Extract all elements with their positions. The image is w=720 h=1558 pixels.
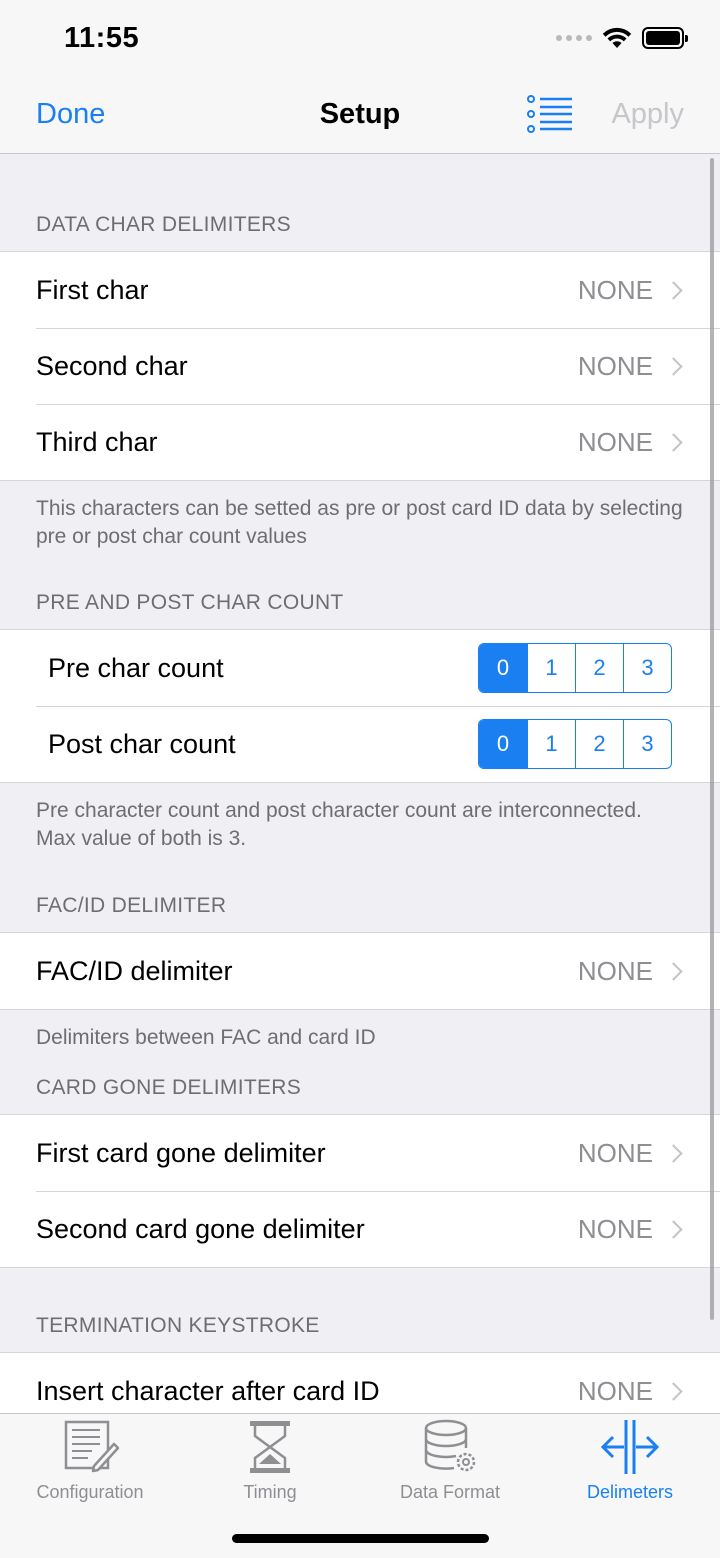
chevron-right-icon	[664, 280, 683, 300]
card-gone-group: First card gone delimiter NONE Second ca…	[0, 1114, 720, 1268]
section-header-termination: TERMINATION KEYSTROKE	[36, 1314, 320, 1337]
chevron-right-icon	[664, 1381, 683, 1401]
battery-icon	[642, 27, 688, 49]
second-char-row[interactable]: Second char NONE	[0, 328, 720, 404]
first-card-gone-row[interactable]: First card gone delimiter NONE	[0, 1115, 720, 1191]
hourglass-icon	[250, 1421, 290, 1473]
row-label: Insert character after card ID	[36, 1375, 380, 1406]
segment-option[interactable]: 3	[623, 720, 671, 768]
segment-option[interactable]: 0	[479, 644, 527, 692]
tab-configuration[interactable]: Configuration	[0, 1418, 180, 1508]
first-char-row[interactable]: First char NONE	[0, 252, 720, 328]
database-gear-icon	[424, 1419, 476, 1472]
list-icon[interactable]	[526, 94, 574, 134]
row-value: NONE	[577, 426, 653, 457]
document-edit-icon	[64, 1420, 120, 1473]
segment-option[interactable]: 1	[527, 644, 575, 692]
termination-group: Insert character after card ID NONE	[0, 1352, 720, 1413]
segment-option[interactable]: 3	[623, 644, 671, 692]
post-char-count-row: Post char count 0 1 2 3	[0, 706, 720, 782]
row-label: FAC/ID delimiter	[36, 955, 233, 986]
row-label: Pre char count	[48, 652, 224, 683]
row-value: NONE	[577, 955, 653, 986]
tab-label: Configuration	[36, 1482, 144, 1502]
char-count-group: Pre char count 0 1 2 3 Post char count 0…	[0, 629, 720, 783]
section-header-fac: FAC/ID DELIMITER	[36, 894, 227, 917]
chevron-right-icon	[664, 1143, 683, 1163]
section-footer-data-char: This characters can be setted as pre or …	[36, 497, 683, 548]
data-char-group: First char NONE Second char NONE Third c…	[0, 251, 720, 481]
navigation-bar: Done Setup Apply	[0, 80, 720, 154]
row-value: NONE	[577, 350, 653, 381]
status-time: 11:55	[64, 22, 140, 54]
row-value: NONE	[577, 274, 653, 305]
scrollbar[interactable]	[710, 158, 714, 1320]
tab-delimeters[interactable]: Delimeters	[540, 1418, 720, 1508]
tab-timing[interactable]: Timing	[180, 1418, 360, 1508]
chevron-right-icon	[664, 1219, 683, 1239]
segment-option[interactable]: 2	[575, 644, 623, 692]
tab-data-format[interactable]: Data Format	[360, 1418, 540, 1508]
row-label: First card gone delimiter	[36, 1137, 326, 1168]
tab-label: Data Format	[399, 1482, 501, 1502]
fac-id-delimiter-row[interactable]: FAC/ID delimiter NONE	[0, 933, 720, 1009]
delimiter-arrows-icon	[600, 1420, 660, 1474]
done-button[interactable]: Done	[36, 98, 105, 131]
section-header-char-count: PRE AND POST CHAR COUNT	[36, 591, 344, 614]
cellular-signal-icon	[556, 35, 592, 41]
post-char-count-segmented-control[interactable]: 0 1 2 3	[478, 719, 672, 769]
settings-content[interactable]: DATA CHAR DELIMITERS First char NONE Sec…	[0, 155, 720, 1413]
home-indicator[interactable]	[232, 1534, 489, 1543]
section-footer-fac: Delimiters between FAC and card ID	[36, 1026, 376, 1049]
section-footer-char-count: Pre character count and post character c…	[36, 799, 642, 850]
row-value: NONE	[577, 1213, 653, 1244]
pre-char-count-segmented-control[interactable]: 0 1 2 3	[478, 643, 672, 693]
segment-option[interactable]: 0	[479, 720, 527, 768]
wifi-icon	[602, 27, 632, 48]
chevron-right-icon	[664, 432, 683, 452]
chevron-right-icon	[664, 356, 683, 376]
pre-char-count-row: Pre char count 0 1 2 3	[0, 630, 720, 706]
termination-row[interactable]: Insert character after card ID NONE	[0, 1353, 720, 1413]
status-icons	[556, 26, 688, 50]
row-label: Second char	[36, 350, 188, 381]
row-label: First char	[36, 274, 149, 305]
row-label: Post char count	[48, 728, 236, 759]
chevron-right-icon	[664, 961, 683, 981]
segment-option[interactable]: 1	[527, 720, 575, 768]
fac-group: FAC/ID delimiter NONE	[0, 932, 720, 1010]
apply-button[interactable]: Apply	[611, 98, 684, 131]
tab-label: Delimeters	[586, 1482, 674, 1502]
section-header-card-gone: CARD GONE DELIMITERS	[36, 1076, 302, 1099]
row-value: NONE	[577, 1375, 653, 1406]
segment-option[interactable]: 2	[575, 720, 623, 768]
third-char-row[interactable]: Third char NONE	[0, 404, 720, 480]
tab-label: Timing	[243, 1482, 297, 1502]
section-header-data-char: DATA CHAR DELIMITERS	[36, 213, 291, 236]
row-value: NONE	[577, 1137, 653, 1168]
second-card-gone-row[interactable]: Second card gone delimiter NONE	[0, 1191, 720, 1267]
row-label: Second card gone delimiter	[36, 1213, 365, 1244]
row-label: Third char	[36, 426, 158, 457]
status-bar: 11:55	[0, 0, 720, 80]
